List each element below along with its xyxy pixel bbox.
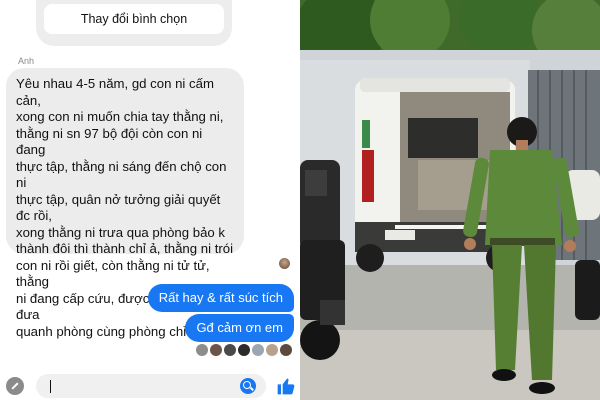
change-vote-button[interactable]: Thay đổi bình chọn [44, 4, 224, 34]
seen-avatar [238, 344, 250, 356]
seen-avatar [266, 344, 278, 356]
sender-name: Anh [18, 56, 35, 66]
outgoing-message[interactable]: Rất hay & rất súc tích [147, 284, 294, 312]
pavement [300, 330, 600, 400]
message-composer [0, 372, 300, 400]
poll-card: Thay đổi bình chọn [36, 0, 232, 46]
pencil-circle-icon[interactable] [6, 377, 24, 395]
seen-avatar [224, 344, 236, 356]
street-photo [300, 0, 600, 400]
seen-by-avatars [196, 344, 292, 356]
seen-avatar [279, 258, 290, 269]
search-icon[interactable] [240, 378, 256, 394]
message-input[interactable] [36, 374, 266, 398]
seen-avatar [280, 344, 292, 356]
outgoing-message[interactable]: Gđ cảm ơn em [185, 314, 294, 342]
chat-panel: Thay đổi bình chọn Anh Yêu nhau 4-5 năm,… [0, 0, 300, 400]
incoming-message[interactable]: Yêu nhau 4-5 năm, gd con ni cấm cản, xon… [6, 68, 244, 339]
text-cursor [50, 380, 51, 393]
seen-avatar [210, 344, 222, 356]
seen-avatar [196, 344, 208, 356]
seen-avatar [252, 344, 264, 356]
thumbs-up-icon[interactable] [276, 376, 296, 396]
